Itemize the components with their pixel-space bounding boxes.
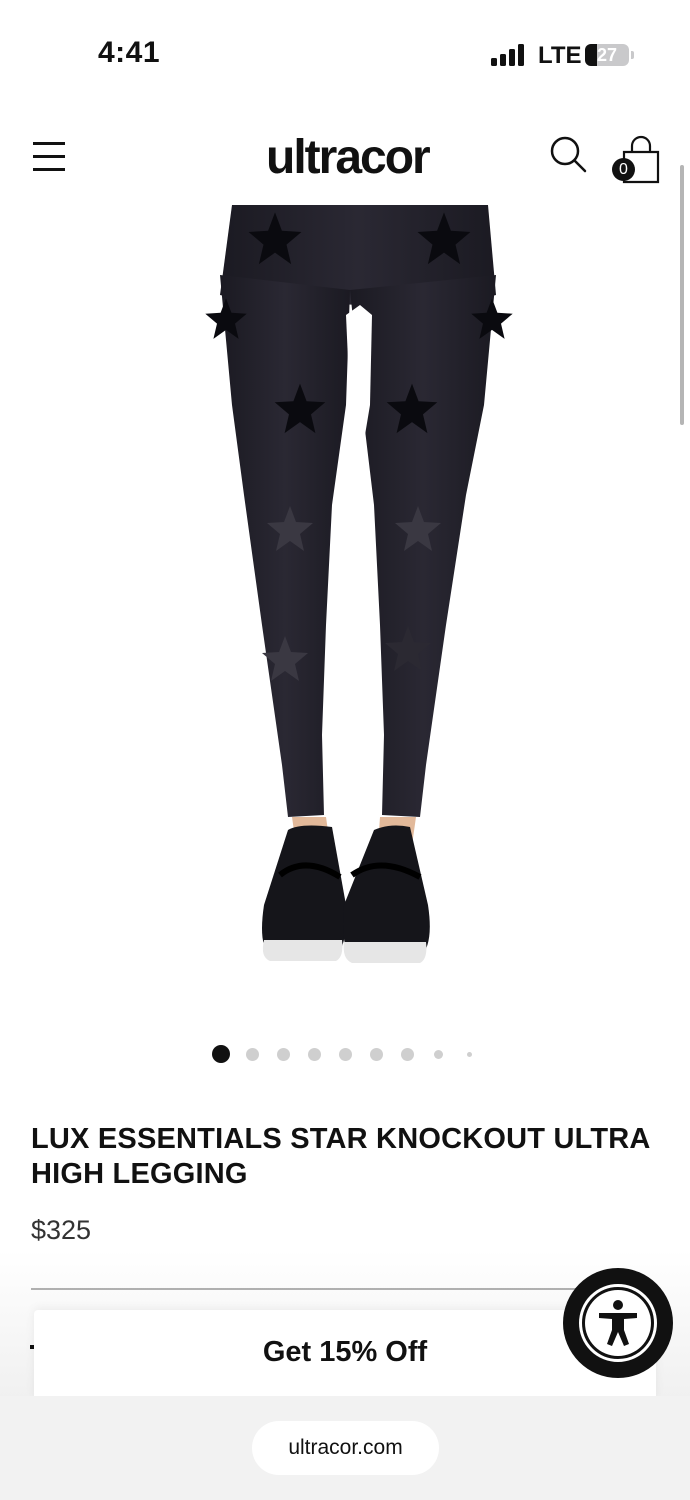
- carousel-dot[interactable]: [338, 1047, 352, 1061]
- carousel-dot[interactable]: [245, 1047, 259, 1061]
- menu-icon: [33, 142, 65, 145]
- carousel-dot[interactable]: [369, 1047, 383, 1061]
- page-scrollbar[interactable]: [680, 165, 684, 425]
- carousel-dot[interactable]: [276, 1047, 290, 1061]
- discount-label: Get 15% Off: [262, 1336, 428, 1368]
- battery-percent: 27: [596, 45, 618, 65]
- carousel-dot[interactable]: [466, 1051, 472, 1057]
- carousel-dot[interactable]: [307, 1047, 321, 1061]
- leggings-image: [205, 205, 513, 963]
- browser-bar: ultracor.com: [0, 1396, 690, 1500]
- battery-icon: 27: [585, 44, 629, 66]
- product-price: $325: [31, 1215, 92, 1245]
- status-time: 4:41: [98, 36, 161, 69]
- accessibility-person-icon: [599, 1300, 637, 1346]
- cart-count-badge: 0: [612, 158, 635, 181]
- product-title: LUX ESSENTIALS STAR KNOCKOUT ULTRA HIGH …: [31, 1123, 650, 1190]
- search-button[interactable]: [548, 134, 588, 174]
- address-bar[interactable]: ultracor.com: [252, 1421, 439, 1475]
- menu-button[interactable]: [30, 138, 70, 172]
- brand-logo[interactable]: ultracor: [266, 130, 431, 185]
- search-icon: [550, 136, 587, 173]
- accessibility-button[interactable]: [563, 1268, 673, 1378]
- battery-cap: [631, 51, 634, 59]
- status-bar: 4:41 LTE 27: [0, 0, 690, 100]
- signal-icon: [491, 44, 525, 66]
- carousel-dot[interactable]: [212, 1045, 230, 1063]
- carousel-dot[interactable]: [433, 1049, 443, 1059]
- product-image[interactable]: [0, 205, 690, 1005]
- carousel-dot[interactable]: [400, 1047, 414, 1061]
- network-type: LTE: [538, 42, 582, 69]
- site-header: ultracor 0: [0, 118, 690, 198]
- image-carousel-dots[interactable]: [0, 1044, 690, 1064]
- cart-button[interactable]: 0: [610, 132, 664, 186]
